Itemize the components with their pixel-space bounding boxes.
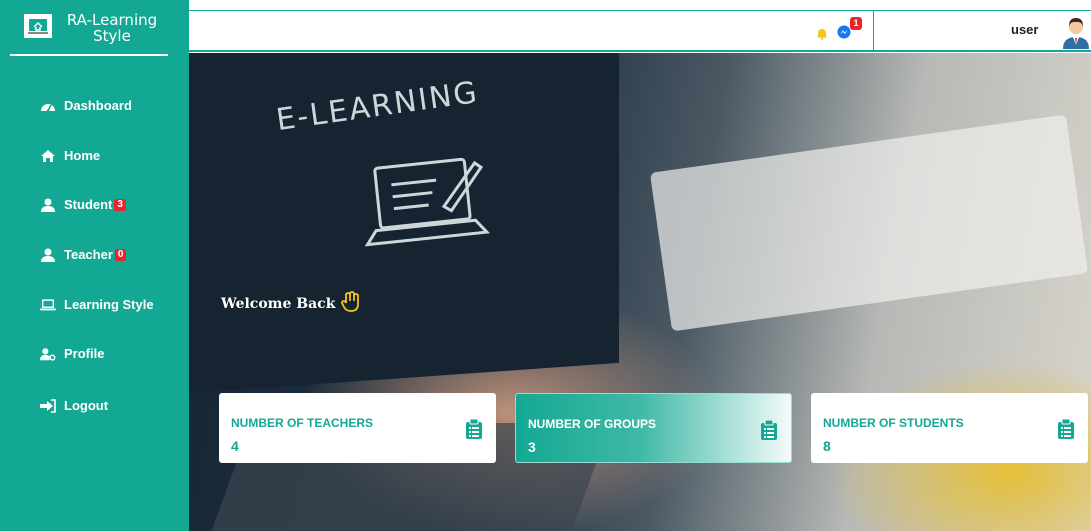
- stat-value: 4: [231, 438, 239, 454]
- stat-card-teachers[interactable]: NUMBER OF TEACHERS 4: [219, 393, 496, 463]
- stat-card-groups[interactable]: NUMBER OF GROUPS 3: [515, 393, 792, 463]
- clipboard-list-icon: [761, 419, 777, 444]
- brand-logo-icon: [24, 14, 52, 38]
- brand[interactable]: RA-Learning Style: [10, 10, 168, 56]
- background-papers: [649, 114, 1089, 332]
- bell-icon[interactable]: [816, 25, 828, 44]
- stat-value: 8: [823, 438, 831, 454]
- sidebar-item-profile[interactable]: Profile: [40, 346, 104, 361]
- clipboard-list-icon: [1058, 418, 1074, 443]
- avatar[interactable]: [1061, 15, 1091, 49]
- wave-hand-icon: [341, 291, 361, 317]
- stat-label: NUMBER OF STUDENTS: [823, 416, 964, 430]
- sidebar-item-teacher[interactable]: Teacher 0: [40, 247, 127, 262]
- sidebar-item-label: Home: [64, 148, 101, 163]
- teacher-count-badge: 0: [114, 248, 127, 261]
- laptop-icon: [40, 298, 56, 312]
- sidebar-item-logout[interactable]: Logout: [40, 398, 108, 413]
- stat-card-students[interactable]: NUMBER OF STUDENTS 8: [811, 393, 1088, 463]
- student-count-badge: 3: [114, 198, 126, 211]
- sidebar-item-student[interactable]: Student 3: [40, 197, 126, 212]
- sidebar-item-label: Profile: [64, 346, 105, 361]
- dashboard-icon: [40, 99, 56, 113]
- sidebar-item-label: Teacher: [64, 247, 113, 262]
- sidebar-item-dashboard[interactable]: Dashboard: [40, 98, 132, 113]
- sidebar-item-label: Dashboard: [64, 98, 132, 113]
- user-cog-icon: [40, 347, 56, 361]
- stat-value: 3: [528, 439, 536, 455]
- sidebar-item-label: Student: [64, 197, 113, 212]
- sidebar: RA-Learning Style Dashboard Home Student…: [0, 0, 189, 531]
- topbar: 1 user: [189, 10, 1091, 52]
- sidebar-item-label: Logout: [64, 398, 109, 413]
- user-icon: [40, 248, 56, 262]
- sign-out-icon: [40, 398, 56, 413]
- messenger-icon[interactable]: [837, 24, 851, 43]
- welcome-text: Welcome Back: [221, 296, 336, 312]
- sidebar-item-learning-style[interactable]: Learning Style: [40, 297, 154, 312]
- message-count-badge: 1: [850, 17, 862, 30]
- user-icon: [40, 198, 56, 212]
- sidebar-item-home[interactable]: Home: [40, 148, 100, 163]
- stat-label: NUMBER OF TEACHERS: [231, 416, 374, 430]
- stat-label: NUMBER OF GROUPS: [528, 417, 657, 431]
- home-icon: [40, 149, 56, 163]
- brand-title: RA-Learning Style: [66, 11, 158, 45]
- clipboard-list-icon: [466, 418, 482, 443]
- welcome-message: Welcome Back: [221, 291, 361, 317]
- topbar-divider: [873, 11, 874, 51]
- elearning-laptop-icon: [359, 153, 499, 267]
- username[interactable]: user: [1011, 22, 1038, 37]
- sidebar-item-label: Learning Style: [64, 297, 154, 312]
